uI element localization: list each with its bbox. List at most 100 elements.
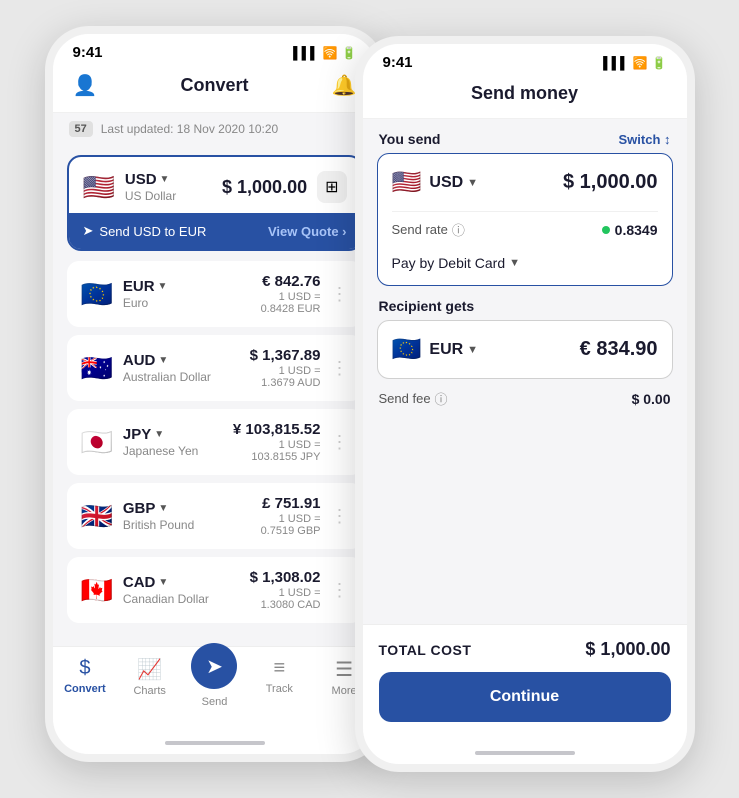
send-quote-bar[interactable]: ➤ Send USD to EUR View Quote ›	[69, 213, 361, 249]
eur-flag: 🇪🇺	[81, 279, 113, 310]
gbp-flag: 🇬🇧	[81, 501, 113, 532]
aud-name: Australian Dollar	[123, 370, 211, 384]
update-text: Last updated: 18 Nov 2020 10:20	[101, 122, 278, 136]
calculator-icon[interactable]: ⊞	[317, 171, 346, 203]
you-send-section: You send Switch ↕	[363, 119, 687, 153]
fee-info-icon: ⓘ	[435, 389, 448, 408]
gbp-amounts: £ 751.91 1 USD =0.7519 GBP	[261, 495, 321, 537]
gbp-code: GBP ▼	[123, 500, 194, 517]
notification-icon[interactable]: 🔔	[332, 73, 357, 98]
aud-rate: 1 USD =1.3679 AUD	[250, 365, 321, 389]
cad-name: Canadian Dollar	[123, 592, 209, 606]
aud-amounts: $ 1,367.89 1 USD =1.3679 AUD	[250, 347, 321, 389]
list-item[interactable]: 🇯🇵 JPY ▼ Japanese Yen ¥ 103,815.52 1 USD…	[67, 409, 363, 475]
aud-amount: $ 1,367.89	[250, 347, 321, 364]
more-icon: ☰	[335, 657, 353, 682]
convert-label: Convert	[64, 683, 106, 695]
usd-code: USD ▼	[125, 171, 176, 188]
send-fee-value: $ 0.00	[632, 391, 671, 407]
recipient-gets-label: Recipient gets	[379, 298, 475, 314]
main-currency-card[interactable]: 🇺🇸 USD ▼ US Dollar $ 1,000.00 ⊞	[67, 155, 363, 251]
eur-amount: € 842.76	[261, 273, 321, 290]
send-rate-label: Send rate ⓘ	[392, 220, 465, 239]
you-send-label: You send	[379, 131, 441, 147]
home-bar-indicator	[165, 741, 265, 745]
battery-icon: 🔋	[342, 46, 357, 60]
left-phone-inner: 9:41 ▌▌▌ 🛜 🔋 👤 Convert 🔔 57 Last updated…	[53, 34, 377, 754]
track-label: Track	[266, 683, 293, 695]
eur-left: 🇪🇺 EUR ▼ Euro	[81, 278, 168, 310]
eur-rate: 1 USD =0.8428 EUR	[261, 291, 321, 315]
eur-amounts: € 842.76 1 USD =0.8428 EUR	[261, 273, 321, 315]
cad-amount: $ 1,308.02	[250, 569, 321, 586]
pay-method-row: Pay by Debit Card ▼	[378, 247, 672, 285]
sender-row: 🇺🇸 USD ▼ $ 1,000.00	[378, 154, 672, 211]
sidebar-item-track[interactable]: ≡ Track	[249, 657, 309, 708]
jpy-name: Japanese Yen	[123, 444, 198, 458]
total-cost-value: $ 1,000.00	[585, 639, 670, 660]
send-fab-button[interactable]: ➤	[191, 643, 237, 689]
convert-icon: $	[79, 657, 90, 680]
sidebar-item-convert[interactable]: $ Convert	[55, 657, 115, 708]
left-status-time: 9:41	[73, 44, 103, 61]
jpy-amounts: ¥ 103,815.52 1 USD =103.8155 JPY	[233, 421, 321, 463]
usd-code-name: USD ▼ US Dollar	[125, 171, 176, 203]
aud-info: AUD ▼ Australian Dollar	[123, 352, 211, 384]
jpy-menu-icon[interactable]: ⋮	[331, 432, 349, 453]
cad-flag: 🇨🇦	[81, 575, 113, 606]
charts-label: Charts	[133, 685, 165, 697]
continue-button[interactable]: Continue	[379, 672, 671, 722]
update-badge: 57	[69, 121, 93, 137]
view-quote-btn[interactable]: View Quote ›	[268, 224, 347, 239]
pay-method-chevron: ▼	[509, 257, 520, 269]
sidebar-item-send[interactable]: ➤ Send	[184, 657, 244, 708]
left-status-icons: ▌▌▌ 🛜 🔋	[293, 46, 356, 60]
cad-amounts: $ 1,308.02 1 USD =1.3080 CAD	[250, 569, 321, 611]
profile-icon[interactable]: 👤	[73, 73, 98, 98]
left-header-title: Convert	[180, 75, 248, 96]
jpy-left: 🇯🇵 JPY ▼ Japanese Yen	[81, 426, 199, 458]
recipient-currency[interactable]: 🇪🇺 EUR ▼	[392, 335, 479, 364]
jpy-info: JPY ▼ Japanese Yen	[123, 426, 198, 458]
aud-menu-icon[interactable]: ⋮	[331, 358, 349, 379]
sender-currency[interactable]: 🇺🇸 USD ▼	[392, 168, 479, 197]
gbp-menu-icon[interactable]: ⋮	[331, 506, 349, 527]
pay-by-debit-card-btn[interactable]: Pay by Debit Card ▼	[392, 255, 521, 271]
usd-flag: 🇺🇸	[83, 172, 115, 203]
recipient-card: 🇪🇺 EUR ▼ € 834.90	[377, 320, 673, 379]
list-item[interactable]: 🇨🇦 CAD ▼ Canadian Dollar $ 1,308.02 1 US…	[67, 557, 363, 623]
jpy-flag: 🇯🇵	[81, 427, 113, 458]
switch-button[interactable]: Switch ↕	[618, 132, 670, 147]
right-status-bar: 9:41 ▌▌▌ 🛜 🔋	[363, 44, 687, 75]
list-item[interactable]: 🇦🇺 AUD ▼ Australian Dollar $ 1,367.89 1 …	[67, 335, 363, 401]
cad-menu-icon[interactable]: ⋮	[331, 580, 349, 601]
send-label-nav: Send	[202, 696, 228, 708]
eur-name: Euro	[123, 296, 168, 310]
recipient-section: Recipient gets	[363, 286, 687, 320]
right-wifi-icon: 🛜	[633, 56, 648, 70]
total-cost-label: TOTAL COST	[379, 642, 472, 658]
right-home-bar	[363, 736, 687, 764]
eur-menu-icon[interactable]: ⋮	[331, 284, 349, 305]
right-phone: 9:41 ▌▌▌ 🛜 🔋 Send money You send Switch …	[355, 36, 695, 772]
send-rate-row: Send rate ⓘ 0.8349	[378, 212, 672, 247]
rate-info-icon: ⓘ	[452, 220, 465, 239]
cad-code: CAD ▼	[123, 574, 209, 591]
sender-amount: $ 1,000.00	[563, 171, 658, 194]
recipient-chevron: ▼	[467, 344, 478, 356]
sender-code: USD ▼	[429, 174, 478, 192]
list-item[interactable]: 🇪🇺 EUR ▼ Euro € 842.76 1 USD =0.8428 EUR…	[67, 261, 363, 327]
eur-code: EUR ▼	[123, 278, 168, 295]
cad-left: 🇨🇦 CAD ▼ Canadian Dollar	[81, 574, 209, 606]
signal-icon: ▌▌▌	[293, 46, 319, 60]
usd-chevron: ▼	[160, 174, 170, 185]
sender-flag: 🇺🇸	[392, 168, 422, 197]
cad-rate: 1 USD =1.3080 CAD	[250, 587, 321, 611]
jpy-right: ¥ 103,815.52 1 USD =103.8155 JPY ⋮	[233, 421, 349, 463]
left-phone: 9:41 ▌▌▌ 🛜 🔋 👤 Convert 🔔 57 Last updated…	[45, 26, 385, 762]
currency-list: 🇪🇺 EUR ▼ Euro € 842.76 1 USD =0.8428 EUR…	[67, 261, 363, 623]
sidebar-item-charts[interactable]: 📈 Charts	[120, 657, 180, 708]
phones-container: 9:41 ▌▌▌ 🛜 🔋 👤 Convert 🔔 57 Last updated…	[25, 6, 715, 792]
eur-info: EUR ▼ Euro	[123, 278, 168, 310]
list-item[interactable]: 🇬🇧 GBP ▼ British Pound £ 751.91 1 USD =0…	[67, 483, 363, 549]
